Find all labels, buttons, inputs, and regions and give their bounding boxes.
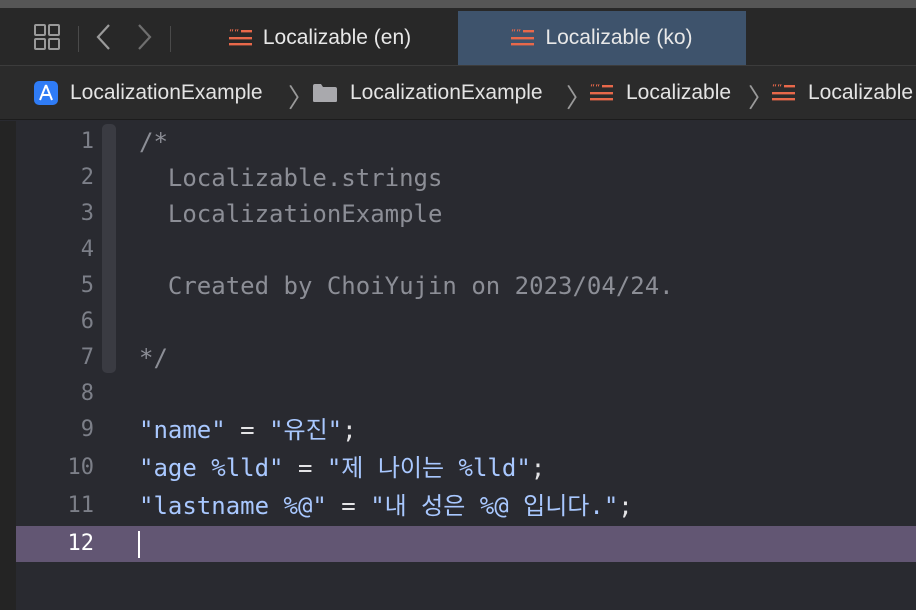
line-number: 5 [80,273,94,298]
chevron-right-icon: 〉 [748,83,775,113]
code-text: LocalizationExample [139,200,443,228]
folder-icon [312,83,338,103]
strings-file-icon: ““ [511,27,535,49]
strings-file-icon: ““ [772,82,796,104]
chevron-right-icon: 〉 [288,83,315,113]
breadcrumb-label: LocalizationExample [70,81,263,104]
chevron-right-icon: 〉 [566,83,593,113]
breadcrumb-item-project[interactable]: LocalizationExample [34,66,263,119]
tab-label: Localizable (en) [262,26,412,49]
line-number: 1 [80,129,94,154]
string-value: "내 성은 %@ 입니다." [370,492,619,520]
operator: = [283,454,327,482]
code-line[interactable]: 1 /* [16,124,916,160]
code-line[interactable]: 9 "name" = "유진"; [16,412,916,448]
string-key: "age %lld" [139,454,284,482]
code-line[interactable]: 3 LocalizationExample [16,196,916,232]
line-number: 4 [80,237,94,262]
code-text: Created by ChoiYujin on 2023/04/24. [139,272,674,300]
code-line[interactable]: 11 "lastname %@" = "내 성은 %@ 입니다."; [16,488,916,524]
breadcrumb-label: LocalizationExample [350,81,543,104]
current-line[interactable]: 12 [16,526,916,562]
tab-label: Localizable (ko) [545,26,693,49]
chevron-left-icon[interactable] [92,20,116,54]
code-line[interactable]: 7 */ [16,340,916,376]
breadcrumb-item-strings-group[interactable]: ““ Localizable [590,66,732,119]
chevron-right-icon[interactable] [132,20,156,54]
line-number: 9 [80,417,94,442]
strings-file-icon: ““ [228,27,253,49]
operator: = [225,416,270,444]
code-line[interactable]: 8 [16,376,916,412]
breadcrumb: LocalizationExample 〉 LocalizationExampl… [0,65,916,120]
string-key: "name" [139,416,226,444]
line-number: 7 [80,345,94,370]
strings-file-icon: ““ [590,82,614,104]
breadcrumb-item-strings-file[interactable]: ““ Localizable [772,66,914,119]
string-value: "제 나이는 %lld" [326,454,531,482]
tab-bar: ““ Localizable (en) ““ Localizable (ko) [0,0,916,65]
line-number: 3 [80,201,94,226]
navigator-edge [0,121,16,610]
code-text: "age %lld" = "제 나이는 %lld"; [139,450,545,486]
operator: = [326,492,371,520]
code-text: "lastname %@" = "내 성은 %@ 입니다."; [139,488,633,524]
line-number: 8 [80,381,94,406]
line-number: 2 [80,165,94,190]
text-cursor [138,531,140,558]
code-text: Localizable.strings [139,164,443,192]
string-value: "유진" [269,416,343,444]
code-line[interactable]: 2 Localizable.strings [16,160,916,196]
breadcrumb-label: Localizable [626,81,732,104]
line-number: 6 [80,309,94,334]
code-text: /* [139,128,168,156]
code-line[interactable]: 5 Created by ChoiYujin on 2023/04/24. [16,268,916,304]
tab-localizable-ko[interactable]: ““ Localizable (ko) [458,11,746,65]
terminator: ; [618,492,633,520]
line-number: 11 [67,493,95,518]
breadcrumb-item-folder[interactable]: LocalizationExample [312,66,543,119]
code-text: */ [139,344,168,372]
line-number: 10 [67,455,95,480]
toolbar-divider [170,26,171,52]
code-text: "name" = "유진"; [139,412,357,448]
terminator: ; [530,454,546,482]
line-number: 12 [67,531,95,556]
tab-localizable-en[interactable]: ““ Localizable (en) [184,11,456,65]
code-line[interactable]: 10 "age %lld" = "제 나이는 %lld"; [16,450,916,486]
breadcrumb-label: Localizable [808,81,914,104]
code-editor[interactable]: 1 /* 2 Localizable.strings 3 Localizatio… [16,121,916,610]
string-key: "lastname %@" [139,492,327,520]
toolbar-divider [78,26,79,52]
grid-icon[interactable] [32,22,62,52]
code-line[interactable]: 4 [16,232,916,268]
terminator: ; [342,416,357,444]
app-project-icon [34,81,58,105]
code-line[interactable]: 6 [16,304,916,340]
